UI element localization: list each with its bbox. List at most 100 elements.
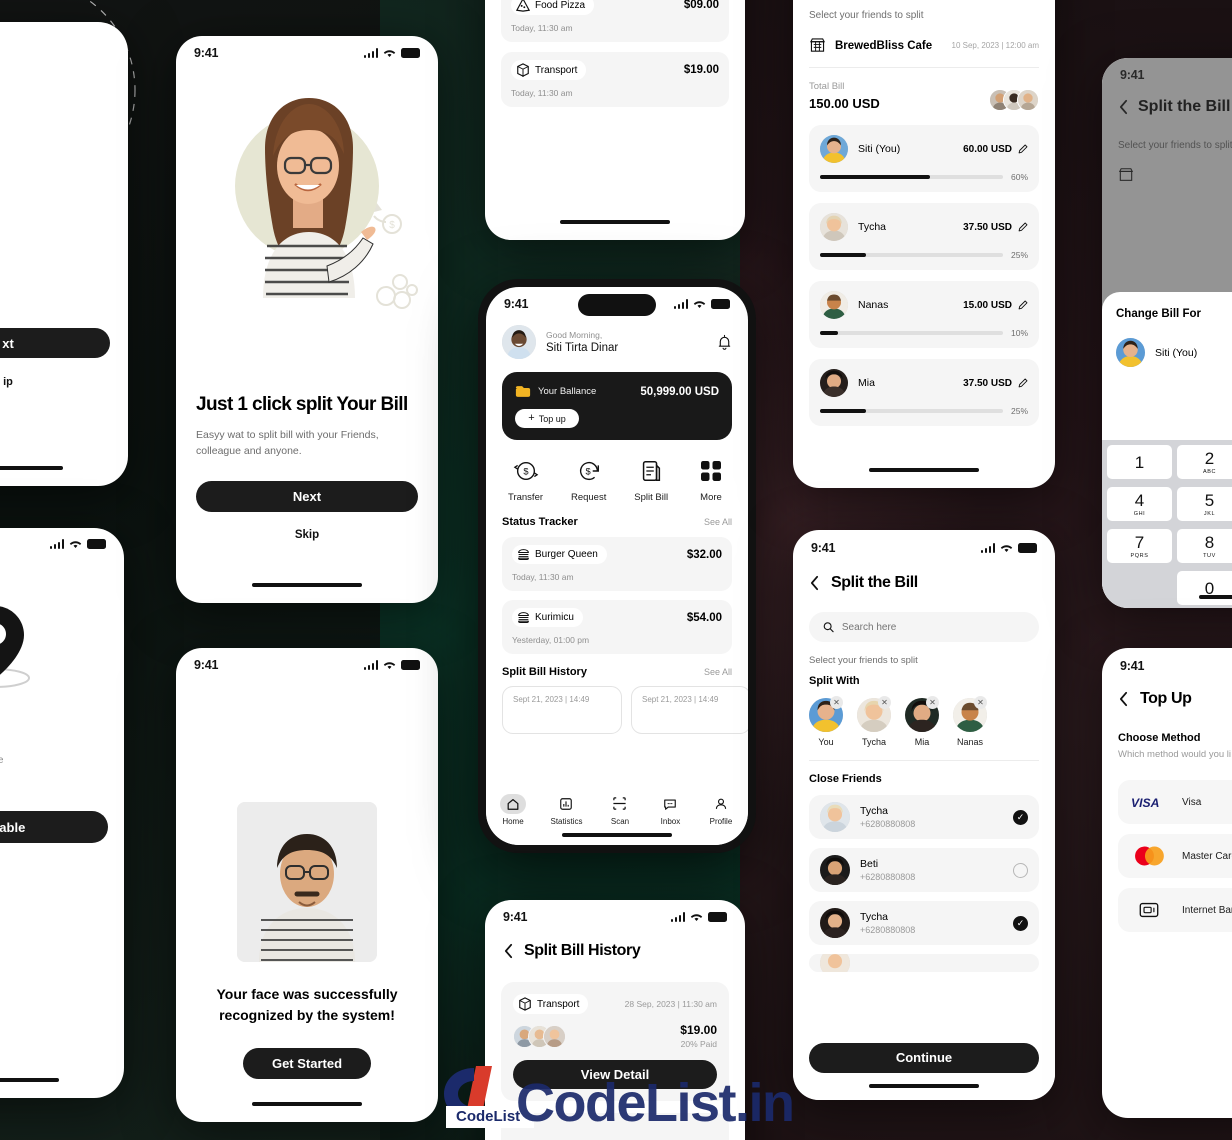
continue-button[interactable]: Continue (809, 1042, 1039, 1073)
method-row-mastercard[interactable]: Master Card (1118, 834, 1232, 878)
key-number: 4 (1134, 490, 1145, 510)
tab-home[interactable]: Home (500, 793, 526, 826)
person-label: Tycha (861, 737, 886, 747)
home-indicator (1199, 594, 1232, 599)
split-with-person[interactable]: ✕ You (809, 696, 843, 747)
friend-row[interactable]: Tycha +6280880808 ✓ (809, 795, 1039, 839)
key-8[interactable]: 8 TUV (1177, 529, 1232, 563)
split-with-person[interactable]: ✕ Mia (905, 696, 939, 747)
person-percent: 60% (1010, 172, 1028, 182)
tab-inbox[interactable]: Inbox (657, 794, 683, 826)
split-history-see-all[interactable]: See All (704, 667, 732, 677)
bell-icon[interactable] (717, 334, 732, 350)
remove-person-icon[interactable]: ✕ (926, 696, 939, 709)
friend-row[interactable]: Beti +6280880808 (809, 848, 1039, 892)
person-split-row[interactable]: Siti (You) 60.00 USD 60% (809, 125, 1039, 192)
edit-pencil-icon[interactable] (1018, 378, 1028, 388)
key-7[interactable]: 7 PQRS (1107, 529, 1172, 563)
transfer-icon: $ (511, 456, 541, 486)
next-button[interactable]: xt (0, 328, 110, 358)
transaction-amount: $19.00 (683, 64, 719, 76)
key-letters: TUV (1203, 552, 1216, 559)
key-5[interactable]: 5 JKL (1177, 487, 1232, 521)
tab-profile[interactable]: Profile (708, 794, 734, 826)
edit-pencil-icon[interactable] (1018, 222, 1028, 232)
split-with-person[interactable]: ✕ Nanas (953, 696, 987, 747)
tab-scan[interactable]: Scan (607, 794, 633, 826)
onboarding-title: Just 1 click split Your Bill (196, 394, 408, 415)
get-started-label: Get Started (271, 1056, 343, 1071)
edit-pencil-icon[interactable] (1018, 300, 1028, 310)
key-number: 2 (1204, 448, 1215, 468)
remove-person-icon[interactable]: ✕ (830, 696, 843, 709)
quick-action-split-bill[interactable]: Split Bill (634, 456, 668, 503)
search-box[interactable] (809, 612, 1039, 642)
transaction-card[interactable]: Food Pizza $09.00 Today, 11:30 am (501, 0, 729, 42)
screen-split-the-bill: 9:41 Split the Bill Select your friends … (793, 530, 1055, 1100)
bottom-tab-bar: Home Statistics Scan Inbox Profile (486, 793, 748, 826)
history-date: 28 Sep, 2023 | 11:30 am (624, 999, 717, 1009)
method-row-internet-banking[interactable]: Internet Banki (1118, 888, 1232, 932)
split-history-card[interactable]: Sept 21, 2023 | 14:49 (502, 686, 622, 734)
onboarding-subtitle-line1: Easyy wat to split bill with your Friend… (196, 428, 379, 441)
friend-checkbox-checked[interactable]: ✓ (1013, 915, 1028, 931)
key-4[interactable]: 4 GHI (1107, 487, 1172, 521)
signal-icon (49, 539, 64, 549)
remove-person-icon[interactable]: ✕ (974, 696, 987, 709)
wifi-icon (690, 914, 703, 921)
chevron-left-icon[interactable] (1118, 691, 1129, 707)
friend-row[interactable]: Tycha +6280880808 ✓ (809, 901, 1039, 945)
split-with-person[interactable]: ✕ Tycha (857, 696, 891, 747)
key-letters: ABC (1202, 468, 1217, 475)
topup-button[interactable]: + Top up (515, 409, 579, 428)
friend-row-partial[interactable] (809, 954, 1039, 972)
key-2[interactable]: 2 ABC (1177, 445, 1232, 479)
split-progress-bar[interactable] (820, 331, 1003, 335)
person-split-row[interactable]: Nanas 15.00 USD 10% (809, 281, 1039, 348)
avatar[interactable] (502, 325, 536, 359)
search-input[interactable] (841, 621, 1025, 633)
friend-checkbox-unchecked[interactable] (1013, 862, 1028, 878)
skip-button[interactable]: ip (0, 376, 110, 388)
friend-checkbox-checked[interactable]: ✓ (1013, 809, 1028, 825)
chevron-left-icon[interactable] (503, 943, 514, 959)
status-tracker-see-all[interactable]: See All (704, 517, 732, 527)
quick-action-request[interactable]: $ Request (571, 456, 606, 503)
transaction-card[interactable]: Kurimicu $54.00 Yesterday, 01:00 pm (502, 600, 732, 654)
watermark: CodeList CodeList.in (420, 1058, 840, 1140)
key-1[interactable]: 1 (1107, 445, 1172, 479)
screen-onboarding: 9:41 $ Just 1 click split Your Bill Easy… (176, 36, 438, 603)
home-indicator (869, 467, 979, 472)
key-0[interactable]: 0 (1177, 571, 1232, 605)
screen-onboarding-left: share bills with xt ip (0, 22, 128, 486)
transaction-card[interactable]: Transport $19.00 Today, 11:30 am (501, 52, 729, 107)
person-split-row[interactable]: Tycha 37.50 USD 25% (809, 203, 1039, 270)
enable-location-button[interactable]: Enable (0, 811, 108, 843)
key-number: 5 (1204, 490, 1215, 510)
signal-icon (673, 299, 688, 309)
edit-pencil-icon[interactable] (1018, 144, 1028, 154)
split-progress-bar[interactable] (820, 175, 1003, 179)
continue-label: Continue (895, 1050, 953, 1065)
split-progress-bar[interactable] (820, 253, 1003, 257)
scan-icon (607, 794, 633, 814)
remove-person-icon[interactable]: ✕ (878, 696, 891, 709)
total-bill-label: Total Bill (809, 81, 845, 92)
tab-statistics[interactable]: Statistics (550, 794, 583, 826)
quick-action-transfer[interactable]: $ Transfer (508, 456, 543, 503)
chevron-left-icon[interactable] (809, 575, 820, 591)
split-history-card[interactable]: Sept 21, 2023 | 14:49 (631, 686, 748, 734)
quick-action-more[interactable]: More (696, 456, 726, 503)
get-started-button[interactable]: Get Started (243, 1048, 371, 1079)
avatar (543, 1024, 566, 1048)
person-label: Nanas (956, 737, 983, 747)
transaction-card[interactable]: Burger Queen $32.00 Today, 11:30 am (502, 537, 732, 591)
transaction-chip: Burger Queen (512, 545, 607, 564)
skip-button[interactable]: Skip (196, 529, 418, 541)
next-button[interactable]: Next (196, 481, 418, 513)
split-progress-bar[interactable] (820, 409, 1003, 413)
key-number: 7 (1134, 532, 1145, 552)
method-row-visa[interactable]: VISA Visa (1118, 780, 1232, 824)
person-split-row[interactable]: Mia 37.50 USD 25% (809, 359, 1039, 426)
wifi-icon (383, 662, 396, 669)
